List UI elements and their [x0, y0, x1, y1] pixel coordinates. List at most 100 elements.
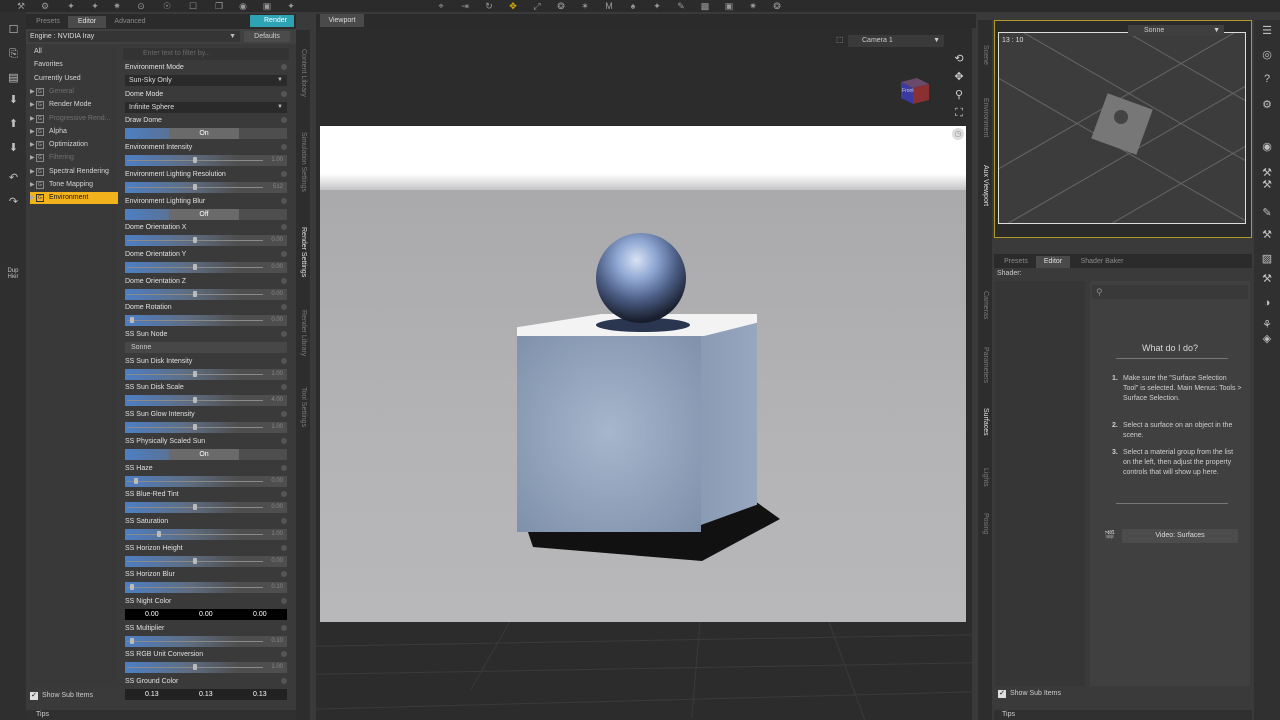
tips-tab-right[interactable]: Tips: [994, 710, 1252, 720]
slider-knob[interactable]: [193, 237, 197, 244]
left-tool-icon[interactable]: ⬆: [7, 118, 20, 131]
favorite-dot-icon[interactable]: [281, 117, 287, 124]
param-slider[interactable]: 0.00: [125, 315, 287, 327]
param-slider[interactable]: 0.10: [125, 635, 287, 647]
category-item[interactable]: ▶ G Tone Mapping: [30, 179, 118, 191]
left-tool-icon[interactable]: ⬇: [7, 142, 20, 155]
slider-knob[interactable]: [193, 664, 197, 671]
vtab-lights[interactable]: Lights: [978, 458, 992, 496]
toolbar-tool-icon[interactable]: ✷: [112, 1, 122, 11]
slider-knob[interactable]: [129, 637, 134, 644]
vtab-surfaces[interactable]: Surfaces: [978, 400, 992, 444]
category-item[interactable]: Currently Used: [30, 73, 118, 85]
category-item[interactable]: ▶ G Environment: [30, 192, 118, 205]
vtab-parameters[interactable]: Parameters: [978, 336, 992, 394]
toolbar-tool-icon[interactable]: ⤢: [532, 1, 542, 11]
toolbar-tool-icon[interactable]: ▣: [724, 1, 734, 11]
slider-track-area[interactable]: [127, 582, 263, 593]
zoom-icon[interactable]: ⚲: [952, 88, 966, 102]
surface-search-input[interactable]: ⚲: [1092, 285, 1248, 299]
category-item[interactable]: Favorites: [30, 59, 118, 71]
toolbar-tool-icon[interactable]: ☉: [162, 1, 172, 11]
vtab-render-settings[interactable]: Render Settings: [296, 216, 310, 288]
favorite-dot-icon[interactable]: [281, 90, 287, 97]
pan-icon[interactable]: ✥: [952, 70, 966, 84]
favorite-dot-icon[interactable]: [281, 437, 287, 444]
category-item[interactable]: All: [30, 46, 118, 58]
favorite-dot-icon[interactable]: [281, 411, 287, 418]
favorite-dot-icon[interactable]: [281, 250, 287, 257]
toolbar-tool-icon[interactable]: ⊙: [136, 1, 146, 11]
slider-knob[interactable]: [193, 263, 197, 270]
right-tool-icon[interactable]: ◈: [1260, 332, 1274, 346]
right-tool-icon[interactable]: ⚒: [1260, 228, 1274, 242]
vtab-tool-settings[interactable]: Tool Settings: [296, 376, 310, 438]
param-slider[interactable]: 1.00: [125, 368, 287, 380]
param-slider[interactable]: 0.00: [125, 475, 287, 487]
slider-knob[interactable]: [193, 157, 197, 164]
slider-knob[interactable]: [193, 557, 197, 564]
favorite-dot-icon[interactable]: [281, 144, 287, 151]
param-slider[interactable]: 0.00: [125, 502, 287, 514]
param-slider[interactable]: 1.00: [125, 528, 287, 540]
slider-track-area[interactable]: [127, 556, 263, 567]
camera-select[interactable]: Camera 1 ▼: [848, 35, 944, 47]
param-toggle[interactable]: Off: [125, 208, 287, 220]
toolbar-tool-icon[interactable]: ✥: [508, 1, 518, 11]
right-tool-icon[interactable]: ☰: [1260, 24, 1274, 38]
left-tool-icon[interactable]: ⬇: [7, 94, 20, 107]
aux-sun-select[interactable]: Sonne ▼: [1128, 25, 1224, 36]
right-tool-icon[interactable]: ◎: [1260, 48, 1274, 62]
param-color[interactable]: 0.13 0.13 0.13: [125, 689, 287, 701]
category-item[interactable]: ▶ G Progressive Rend...: [30, 113, 118, 125]
param-slider[interactable]: 512: [125, 181, 287, 193]
slider-track-area[interactable]: [127, 369, 263, 380]
right-tool-icon[interactable]: ✎: [1260, 206, 1274, 220]
param-slider[interactable]: 0.00: [125, 235, 287, 247]
slider-knob[interactable]: [193, 183, 197, 190]
favorite-dot-icon[interactable]: [281, 544, 287, 551]
param-select[interactable]: Sun-Sky Only ▼: [125, 75, 287, 86]
show-sub-items-checkbox[interactable]: ✓ Show Sub Items: [30, 690, 130, 702]
favorite-dot-icon[interactable]: [281, 357, 287, 364]
param-node-select[interactable]: Sonne: [125, 342, 287, 353]
slider-track-area[interactable]: [127, 182, 263, 193]
frame-icon[interactable]: ⛶: [952, 106, 966, 120]
param-slider[interactable]: 1.00: [125, 422, 287, 434]
vtab-scene[interactable]: Scene: [978, 32, 992, 78]
orbit-icon[interactable]: ⟲: [952, 52, 966, 66]
favorite-dot-icon[interactable]: [281, 277, 287, 284]
category-item[interactable]: ▶ G Spectral Rendering: [30, 166, 118, 178]
param-slider[interactable]: 1.00: [125, 155, 287, 167]
toolbar-tool-icon[interactable]: ♠: [628, 1, 638, 11]
param-slider[interactable]: 0.00: [125, 288, 287, 300]
toolbar-tool-icon[interactable]: ▣: [262, 1, 272, 11]
favorite-dot-icon[interactable]: [281, 384, 287, 391]
left-tool-icon[interactable]: ↶: [7, 172, 20, 185]
toolbar-tool-icon[interactable]: ☐: [188, 1, 198, 11]
slider-track-area[interactable]: [127, 636, 263, 647]
toolbar-tool-icon[interactable]: ✦: [652, 1, 662, 11]
slider-track-area[interactable]: [127, 235, 263, 246]
favorite-dot-icon[interactable]: [281, 571, 287, 578]
vtab-simulation-settings[interactable]: Simulation Settings: [296, 118, 310, 206]
render-control-icon[interactable]: ◷: [952, 128, 964, 140]
toolbar-tool-icon[interactable]: M: [604, 1, 614, 11]
video-surfaces-button[interactable]: Video: Surfaces: [1122, 529, 1238, 543]
toolbar-tool-icon[interactable]: ⌖: [436, 1, 446, 11]
right-tool-icon[interactable]: ⚒: [1260, 178, 1274, 192]
tab-presets[interactable]: Presets: [28, 16, 68, 28]
vtab-render-library[interactable]: Render Library: [296, 298, 310, 368]
right-tool-icon[interactable]: ⚙: [1260, 98, 1274, 112]
param-slider[interactable]: 4.00: [125, 395, 287, 407]
favorite-dot-icon[interactable]: [281, 651, 287, 658]
category-item[interactable]: ▶ G Alpha: [30, 126, 118, 138]
tips-tab-left[interactable]: Tips: [26, 710, 296, 720]
param-slider[interactable]: 0.00: [125, 555, 287, 567]
show-sub-items-checkbox-right[interactable]: ✓ Show Sub Items: [998, 688, 1098, 700]
favorite-dot-icon[interactable]: [281, 491, 287, 498]
filter-input[interactable]: Enter text to filter by...: [123, 48, 289, 60]
param-toggle[interactable]: On: [125, 448, 287, 460]
left-tool-icon[interactable]: ▤: [7, 72, 20, 85]
favorite-dot-icon[interactable]: [281, 170, 287, 177]
